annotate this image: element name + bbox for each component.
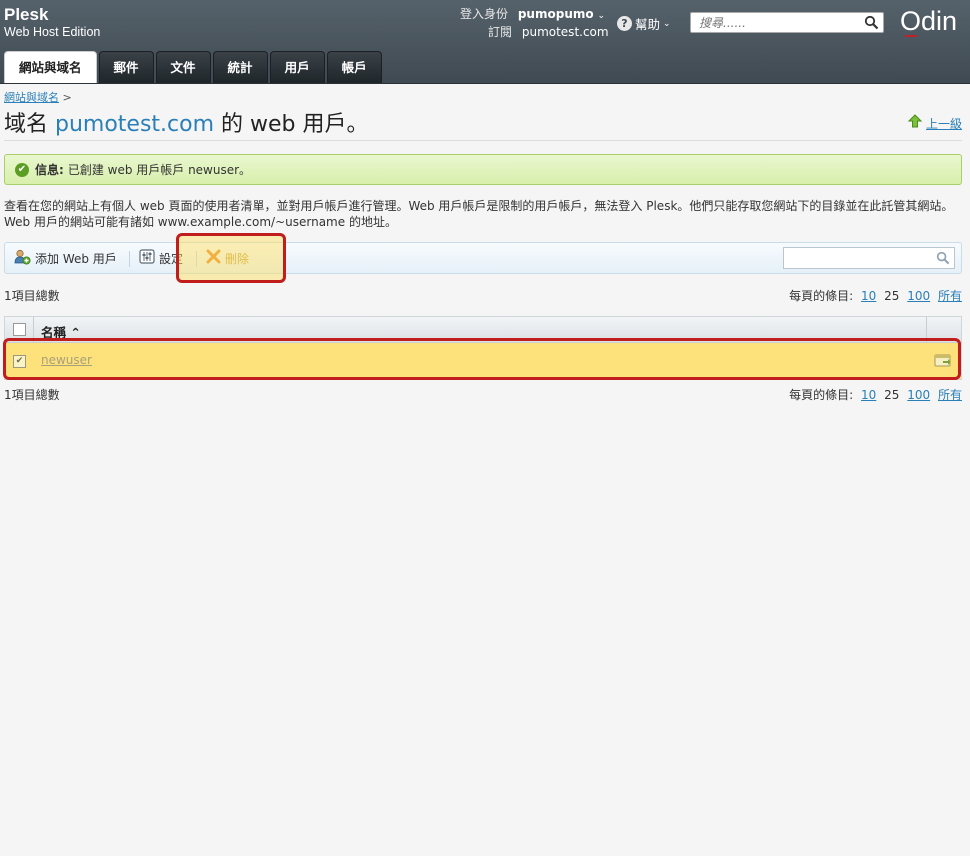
- per-page-25: 25: [884, 388, 900, 402]
- main-tabs: 網站與域名 郵件 文件 統計 用戶 帳戶: [4, 51, 382, 83]
- settings-icon: [139, 249, 155, 267]
- brand-subtitle: Web Host Edition: [4, 25, 101, 39]
- page-title: 域名 pumotest.com 的 web 用戶。: [4, 106, 369, 138]
- search-icon[interactable]: [864, 15, 879, 33]
- help-menu[interactable]: ? 幫助 ⌄: [617, 14, 671, 33]
- chevron-down-icon: ⌄: [663, 18, 671, 29]
- help-label: 幫助: [635, 17, 661, 32]
- login-user-menu[interactable]: pumopumo: [518, 7, 594, 21]
- chevron-down-icon[interactable]: ⌄: [597, 11, 605, 21]
- odin-logo: Odin: [900, 6, 958, 36]
- highlight-delete-annotation: [176, 233, 286, 283]
- up-arrow-icon: [907, 114, 923, 132]
- brand[interactable]: Plesk Web Host Edition: [4, 6, 100, 40]
- title-domain: pumotest.com: [55, 112, 215, 137]
- tab-websites-domains[interactable]: 網站與域名: [4, 51, 97, 83]
- brand-name: Plesk: [4, 5, 49, 24]
- per-page-selector-bottom: 每頁的條目: 10 25 100 所有: [789, 386, 962, 403]
- per-page-label: 每頁的條目:: [789, 289, 854, 303]
- message-text: 已創建 web 用戶帳戶 newuser。: [67, 163, 252, 177]
- title-suffix: 的 web 用戶。: [214, 112, 369, 137]
- total-items-bottom: 1項目總數: [4, 388, 60, 402]
- breadcrumb-separator: >: [62, 91, 72, 104]
- subscription-value[interactable]: pumotest.com: [522, 25, 609, 39]
- add-user-icon: [14, 249, 31, 268]
- per-page-25: 25: [884, 289, 900, 303]
- top-header: Plesk Web Host Edition 登入身份 pumopumo ⌄ 訂…: [0, 0, 970, 84]
- per-page-10[interactable]: 10: [861, 289, 876, 303]
- title-prefix: 域名: [4, 112, 55, 137]
- list-search-input[interactable]: [784, 248, 937, 268]
- up-level-link[interactable]: 上一級: [907, 114, 962, 132]
- highlight-row-annotation: [3, 338, 961, 380]
- tab-users[interactable]: 用戶: [269, 51, 325, 83]
- up-level-label[interactable]: 上一級: [926, 115, 962, 132]
- page-description: 查看在您的網站上有個人 web 頁面的使用者清單，並對用戶帳戶進行管理。Web …: [4, 199, 954, 229]
- tab-account[interactable]: 帳戶: [326, 51, 382, 83]
- add-web-user-button[interactable]: 添加 Web 用戶: [14, 243, 117, 273]
- check-icon: ✔: [15, 162, 29, 177]
- subscription-label: 訂閱: [488, 25, 513, 39]
- per-page-label: 每頁的條目:: [789, 388, 854, 402]
- per-page-10[interactable]: 10: [861, 388, 876, 402]
- add-web-user-label: 添加 Web 用戶: [35, 251, 117, 266]
- info-message: ✔ 信息: 已創建 web 用戶帳戶 newuser。: [4, 154, 962, 185]
- message-label: 信息:: [35, 163, 64, 177]
- search-icon[interactable]: [936, 251, 950, 268]
- login-info: 登入身份 pumopumo ⌄ 訂閱 pumotest.com: [460, 6, 609, 40]
- per-page-100[interactable]: 100: [907, 289, 930, 303]
- tab-statistics[interactable]: 統計: [212, 51, 268, 83]
- per-page-all[interactable]: 所有: [938, 289, 962, 303]
- toolbar-separator: [129, 251, 130, 267]
- title-divider: [4, 140, 962, 141]
- per-page-all[interactable]: 所有: [938, 388, 962, 402]
- list-toolbar: 添加 Web 用戶 設定 刪除: [4, 242, 962, 274]
- login-label: 登入身份: [460, 7, 509, 21]
- total-items: 1項目總數: [4, 289, 60, 303]
- logo-accent: [905, 35, 917, 37]
- select-all-checkbox[interactable]: [13, 323, 26, 336]
- per-page-100[interactable]: 100: [907, 388, 930, 402]
- global-search-input[interactable]: [691, 13, 859, 32]
- tab-mail[interactable]: 郵件: [98, 51, 154, 83]
- per-page-selector: 每頁的條目: 10 25 100 所有: [789, 287, 962, 304]
- breadcrumb-websites-domains[interactable]: 網站與域名: [4, 91, 59, 104]
- list-search: [783, 247, 955, 269]
- question-icon: ?: [617, 16, 632, 31]
- global-search: [690, 12, 884, 33]
- breadcrumb: 網站與域名 >: [4, 89, 72, 105]
- tab-files[interactable]: 文件: [155, 51, 211, 83]
